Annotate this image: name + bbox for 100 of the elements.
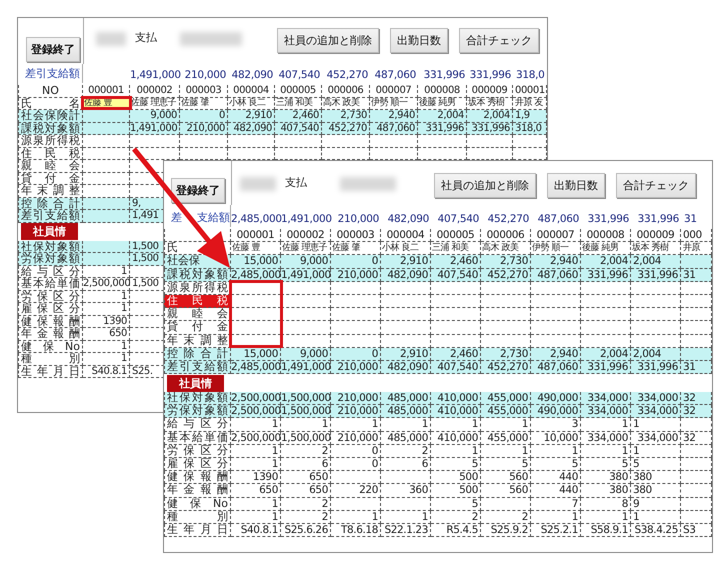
row-label: 源泉所得税 [18,135,83,148]
id-cell: 000002 [130,85,180,98]
table-cell: 452,270 [481,268,531,282]
table-cell: 1 [231,418,281,432]
table-cell: 360 [381,484,431,498]
summary-value: 407,540 [436,213,480,227]
action-button[interactable]: 社員の追加と削除 [277,28,379,53]
row-label: 年金報酬 [18,328,83,340]
empty-cell [481,282,531,295]
empty-cell [431,282,481,295]
row-label: 生年月日 [18,366,83,378]
id-cell: 000008 [418,85,467,98]
table-cell: 1390 [83,316,130,328]
id-cell: 00001 [513,85,547,98]
table-cell: 31 [681,360,712,374]
table-cell: 331,996 [467,122,513,135]
table-cell: 1,491,000 [130,122,180,135]
table-cell: 407,540 [275,122,322,135]
table-cell: 1,491,000 [281,268,331,282]
table-cell: 210,000 [331,360,381,374]
empty-cell [431,308,481,322]
empty-cell [381,471,431,484]
empty-cell [481,321,531,335]
id-cell: 000 [681,229,712,242]
empty-cell [130,135,180,148]
table-cell: 1 [83,353,130,366]
empty-cell [481,498,531,511]
row-label: 親睦会 [164,308,231,322]
table-cell: 9 [631,498,681,511]
empty-cell [83,148,130,160]
table-cell: 3 [531,418,581,432]
summary-value: 31 [683,213,698,227]
row-label: 種別 [164,510,231,524]
table-cell: 8 [581,498,631,511]
empty-cell [331,294,381,308]
id-cell: 000004 [228,85,275,98]
table-cell: 500 [431,484,481,498]
summary-value: 452,270 [486,213,530,227]
row-label: 貸付金 [164,321,231,335]
table-cell: 452,270 [481,360,531,374]
action-button[interactable]: 出勤日数 [547,173,605,198]
table-cell: S22.1.23 [381,524,431,538]
table-cell: 380 [631,484,681,498]
empty-cell [581,294,631,308]
action-button[interactable]: 合計チェック [459,28,539,53]
summary-label: 差 [171,210,182,225]
empty-cell [581,308,631,322]
empty-cell [381,294,431,308]
empty-cell [281,321,331,335]
table-cell: 2 [281,510,331,524]
row-label: 健保報酬 [164,471,231,484]
action-button[interactable]: 登録終了 [171,178,225,203]
action-button[interactable]: 社員の追加と削除 [434,173,536,198]
table-cell: 2 [281,444,331,458]
table-cell: 6 [381,458,431,472]
table-cell: 1 [331,418,381,432]
row-label: 貸付金 [18,172,83,185]
summary-value: 482,090 [230,69,274,83]
id-cell: 000004 [381,229,431,242]
empty-cell [681,458,712,472]
row-label: 差引支給額 [164,360,231,374]
empty-cell [381,282,431,295]
table-cell: 1390 [231,471,281,484]
action-button[interactable]: 合計チェック [616,173,696,198]
empty-cell [331,321,381,335]
table-cell: 1,500,000 [281,432,331,445]
table-cell: 455,000 [481,432,531,445]
summary-value: 487,060 [536,213,580,227]
table-cell: 210,000 [331,432,381,445]
id-cell: 000009 [631,229,681,242]
row-label: 種別 [18,353,83,366]
action-button[interactable]: 出勤日数 [390,28,448,53]
blurred-patch [340,177,396,191]
table-cell: 650 [83,328,130,340]
id-cell: 000005 [275,85,322,98]
table-cell: S25.6.26 [281,524,331,538]
table-cell: 331,996 [631,360,681,374]
table-cell: 1 [531,510,581,524]
section-badge: 社員情 [21,223,78,240]
table-cell: 1 [431,444,481,458]
table-cell: 1 [231,444,281,458]
empty-cell [681,282,712,295]
table-cell: S3 [681,524,712,538]
table-cell: 2,500,000 [231,405,281,418]
summary-value: 210,000 [184,69,227,83]
table-cell: 2,500,000 [231,432,281,445]
table-cell: 487,060 [370,122,418,135]
table-cell: 2,485,000 [231,268,281,282]
table-cell: 5 [481,458,531,472]
table-cell: 5 [531,458,581,472]
table-cell: 440 [531,471,581,484]
table-cell: 0 [331,444,381,458]
id-cell: 000003 [331,229,381,242]
table-cell: 455,000 [481,405,531,418]
action-button[interactable]: 登録終了 [26,37,80,62]
empty-cell [370,135,418,148]
table-cell: 407,540 [431,360,481,374]
id-cell: 000006 [322,85,370,98]
table-cell: 500 [431,471,481,484]
table-cell: S25.2.1 [531,524,581,538]
